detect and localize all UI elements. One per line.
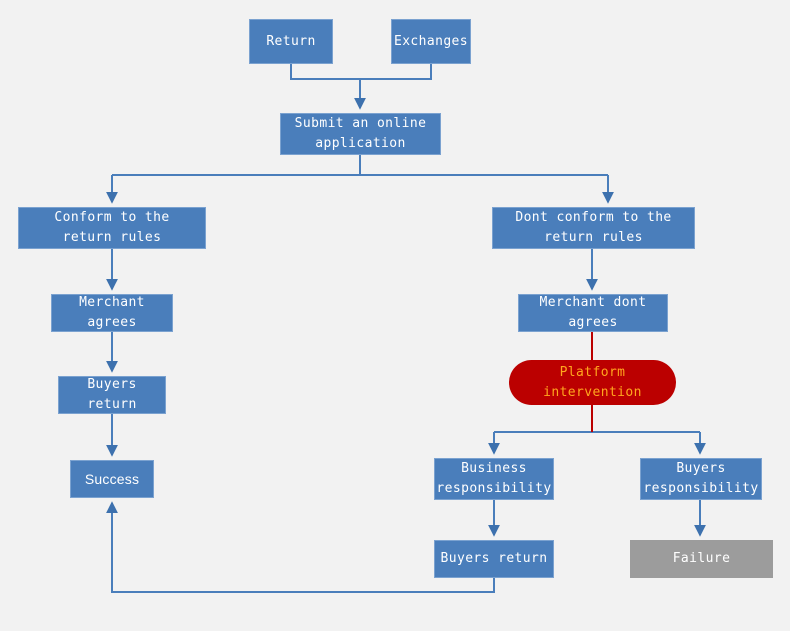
node-success[interactable]: Success [70,460,154,498]
node-buyers-return-right-label: Buyers return [440,551,548,566]
node-return[interactable]: Return [249,19,333,64]
node-submit-application-label: Submit an online application [294,116,427,151]
node-business-responsibility-label: Business responsibility [436,461,552,496]
node-buyers-return-right[interactable]: Buyers return [434,540,554,578]
node-return-label: Return [266,33,316,49]
node-failure[interactable]: Failure [630,540,773,578]
edge-return-to-submit [290,64,360,80]
node-exchanges[interactable]: Exchanges [391,19,471,64]
node-conform-to-return-rules-label: Conform to the return rules [54,210,170,245]
node-failure-label: Failure [672,551,731,566]
node-success-label: Success [84,471,140,487]
node-conform-to-return-rules[interactable]: Conform to the return rules [18,207,206,249]
node-submit-application[interactable]: Submit an online application [280,113,441,155]
node-buyers-responsibility-label: Buyers responsibility [643,461,759,496]
node-business-responsibility[interactable]: Business responsibility [434,458,554,500]
node-merchant-agrees[interactable]: Merchant agrees [51,294,173,332]
edge-exchanges-to-submit [360,64,432,80]
node-buyers-responsibility[interactable]: Buyers responsibility [640,458,762,500]
node-merchant-dont-agrees[interactable]: Merchant dont agrees [518,294,668,332]
flowchart-canvas: Return Exchanges Submit an online applic… [0,0,790,631]
node-dont-conform-to-return-rules-label: Dont conform to the return rules [515,210,672,245]
node-buyers-return-left[interactable]: Buyers return [58,376,166,414]
node-merchant-agrees-label: Merchant agrees [79,295,145,330]
node-platform-intervention[interactable]: Platform intervention [509,360,676,405]
node-exchanges-label: Exchanges [393,33,469,49]
node-dont-conform-to-return-rules[interactable]: Dont conform to the return rules [492,207,695,249]
node-buyers-return-left-label: Buyers return [87,377,137,412]
node-merchant-dont-agrees-label: Merchant dont agrees [539,295,647,330]
node-platform-intervention-label: Platform intervention [543,364,642,400]
